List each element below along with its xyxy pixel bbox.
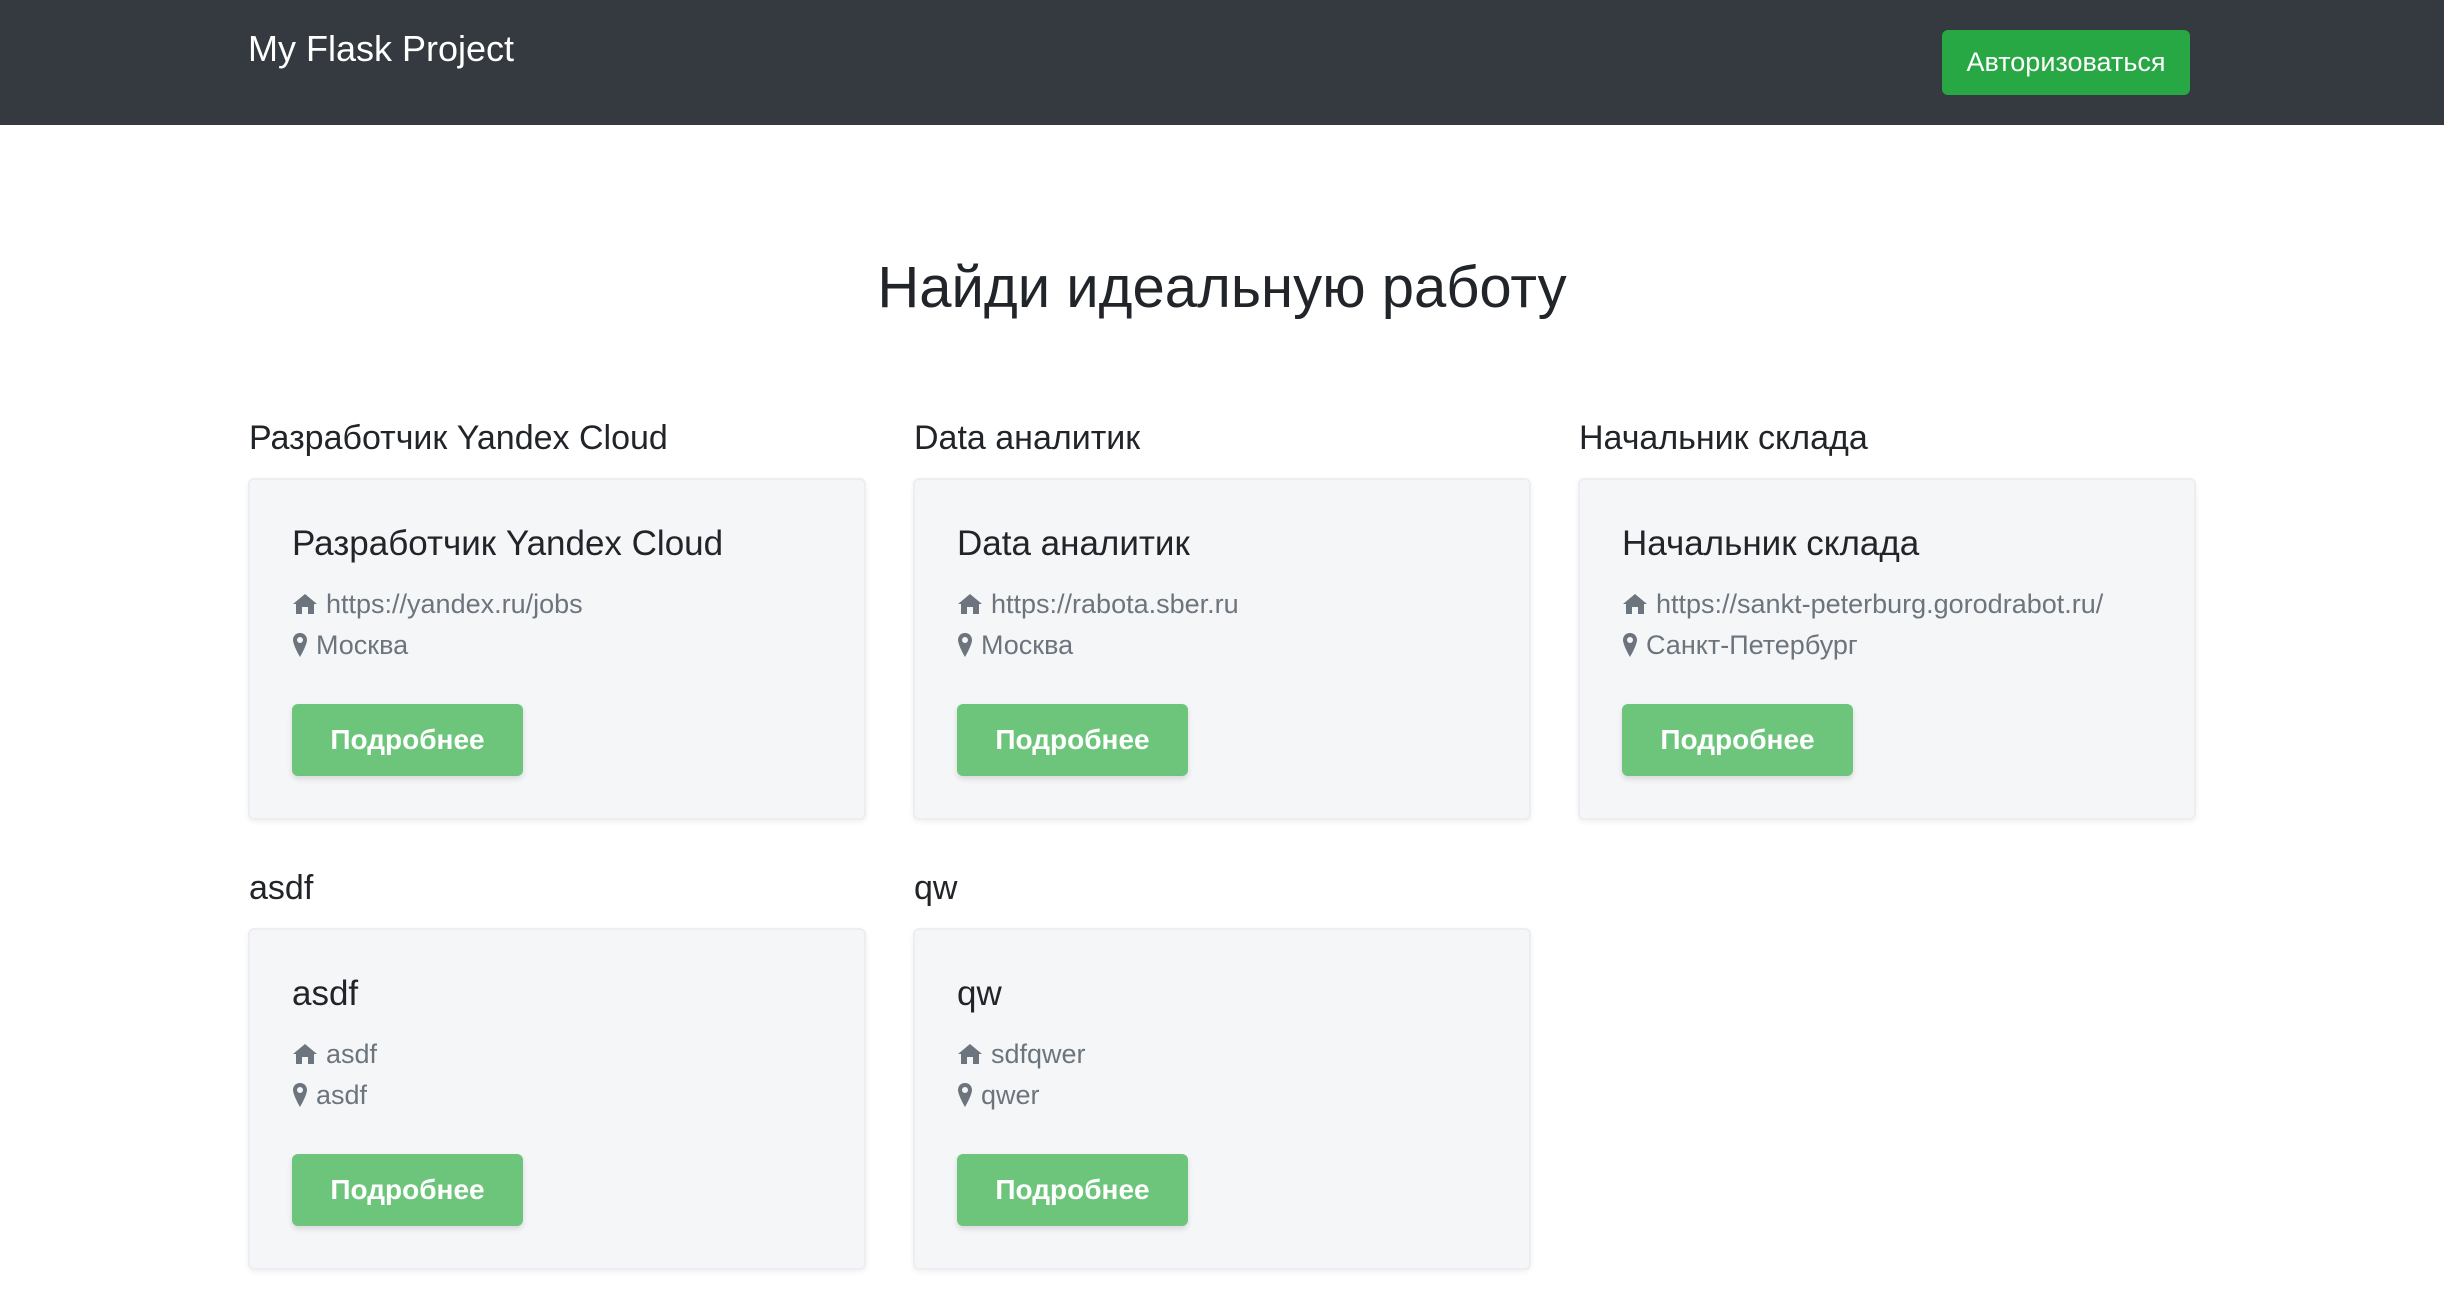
map-marker-icon: [957, 1082, 973, 1108]
map-marker-icon: [292, 632, 308, 658]
vacancy-card-title: Data аналитик: [957, 524, 1190, 563]
vacancy-city-row: Санкт-Петербург: [1622, 625, 1858, 665]
vacancy-city-row: qwer: [957, 1075, 1040, 1115]
vacancy-heading: Начальник склада: [1579, 419, 1868, 457]
vacancy-city: qwer: [981, 1080, 1040, 1110]
details-button[interactable]: Подробнее: [292, 704, 523, 776]
login-button[interactable]: Авторизоваться: [1942, 30, 2190, 95]
details-button[interactable]: Подробнее: [957, 1154, 1188, 1226]
vacancy-link: https://rabota.sber.ru: [991, 589, 1239, 619]
home-icon: [957, 1043, 983, 1065]
vacancy-link: sdfqwer: [991, 1039, 1086, 1069]
vacancy-link: https://yandex.ru/jobs: [326, 589, 583, 619]
navbar: My Flask Project Авторизоваться: [0, 0, 2444, 125]
vacancy-card: Начальник склада https://sankt-peterburg…: [1578, 478, 2196, 820]
details-button[interactable]: Подробнее: [1622, 704, 1853, 776]
vacancy-card: asdf asdf asdf Подробнее: [248, 928, 866, 1270]
vacancy-city: asdf: [316, 1080, 368, 1110]
vacancy-card-title: asdf: [292, 974, 359, 1013]
home-icon: [292, 1043, 318, 1065]
vacancy-heading: Разработчик Yandex Cloud: [249, 419, 668, 457]
vacancy-card: Data аналитик https://rabota.sber.ru Мос…: [913, 478, 1531, 820]
vacancy-city: Москва: [981, 630, 1074, 660]
details-button[interactable]: Подробнее: [292, 1154, 523, 1226]
vacancy-city-row: Москва: [957, 625, 1073, 665]
vacancy-item: asdf asdf asdf asdf Подробнее: [248, 864, 866, 1270]
vacancy-card-title: Разработчик Yandex Cloud: [292, 524, 724, 563]
vacancy-heading: asdf: [249, 869, 314, 907]
vacancy-card-title: qw: [957, 974, 1002, 1013]
vacancy-item: qw qw sdfqwer qwer Подробнее: [913, 864, 1531, 1270]
vacancy-city-row: asdf: [292, 1075, 367, 1115]
vacancy-link-row: https://yandex.ru/jobs: [292, 584, 583, 624]
vacancy-card: Разработчик Yandex Cloud https://yandex.…: [248, 478, 866, 820]
vacancy-link-row: sdfqwer: [957, 1034, 1086, 1074]
vacancy-heading: qw: [914, 869, 958, 907]
vacancy-link-row: https://rabota.sber.ru: [957, 584, 1239, 624]
vacancy-city-row: Москва: [292, 625, 408, 665]
vacancy-link: asdf: [326, 1039, 378, 1069]
vacancy-item: Разработчик Yandex Cloud Разработчик Yan…: [248, 414, 866, 820]
vacancy-link: https://sankt-peterburg.gorodrabot.ru/: [1656, 589, 2104, 619]
details-button[interactable]: Подробнее: [957, 704, 1188, 776]
vacancy-link-row: https://sankt-peterburg.gorodrabot.ru/: [1622, 584, 2103, 624]
vacancy-link-row: asdf: [292, 1034, 377, 1074]
vacancy-card: qw sdfqwer qwer Подробнее: [913, 928, 1531, 1270]
map-marker-icon: [292, 1082, 308, 1108]
home-icon: [292, 593, 318, 615]
home-icon: [1622, 593, 1648, 615]
map-marker-icon: [957, 632, 973, 658]
vacancy-card-title: Начальник склада: [1622, 524, 1920, 563]
page-title: Найди идеальную работу: [877, 255, 1567, 320]
vacancy-city: Санкт-Петербург: [1646, 630, 1858, 660]
vacancy-heading: Data аналитик: [914, 419, 1141, 457]
brand-link[interactable]: My Flask Project: [248, 25, 514, 73]
vacancy-item: Начальник склада Начальник склада https:…: [1578, 414, 2196, 820]
vacancy-item: Data аналитик Data аналитик https://rabo…: [913, 414, 1531, 820]
map-marker-icon: [1622, 632, 1638, 658]
vacancy-city: Москва: [316, 630, 409, 660]
home-icon: [957, 593, 983, 615]
